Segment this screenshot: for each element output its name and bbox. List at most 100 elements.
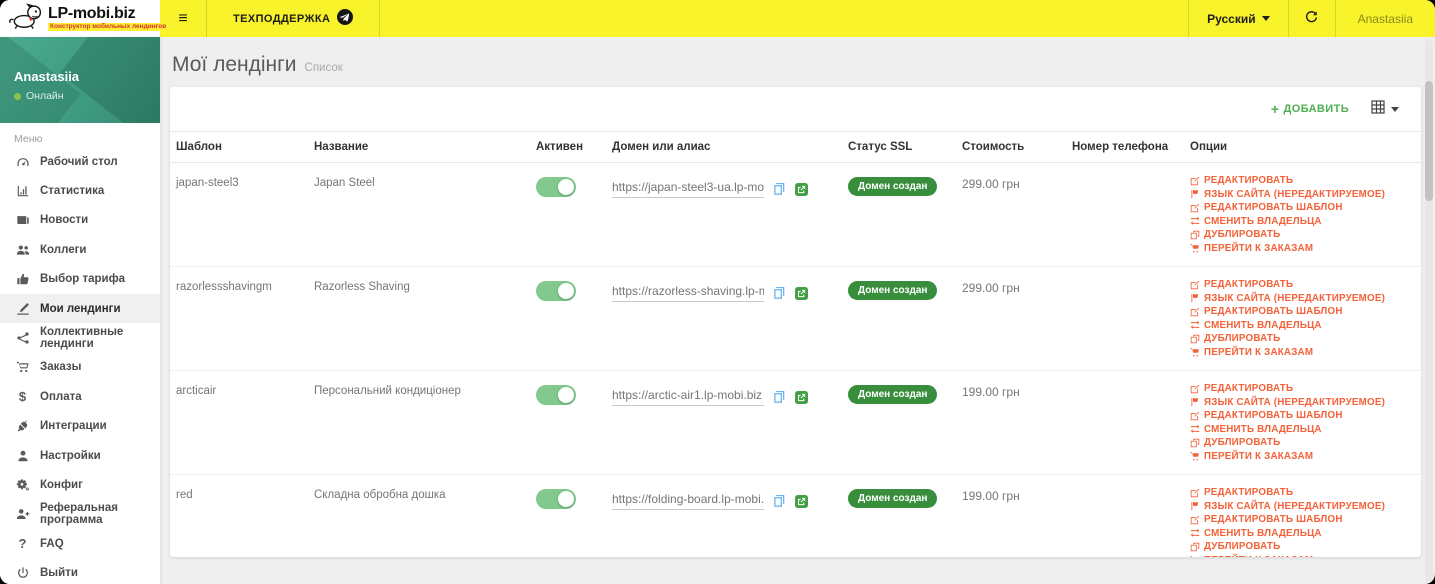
dollar-icon: $ [18, 389, 27, 405]
dashboard-icon [14, 155, 31, 169]
sidebar-item-settings[interactable]: Настройки [0, 441, 160, 470]
scrollbar-thumb[interactable] [1425, 81, 1433, 201]
go-to-orders-link[interactable]: ПЕРЕЙТИ К ЗАКАЗАМ [1190, 451, 1415, 462]
copy-domain-icon[interactable] [773, 494, 786, 508]
sidebar-item-statistics[interactable]: Статистика [0, 176, 160, 205]
sidebar-item-label: Оплата [40, 390, 82, 403]
sidebar-item-collective-landings[interactable]: Коллективные лендинги [0, 323, 160, 352]
domain-input[interactable] [612, 284, 764, 302]
edit-link[interactable]: РЕДАКТИРОВАТЬ [1190, 279, 1415, 290]
open-domain-icon[interactable] [795, 286, 808, 300]
share-icon [14, 331, 31, 345]
sidebar-item-my-landings[interactable]: Мои лендинги [0, 293, 160, 324]
change-owner-link[interactable]: СМЕНИТЬ ВЛАДЕЛЬЦА [1190, 216, 1415, 227]
active-toggle[interactable] [536, 177, 576, 197]
active-toggle[interactable] [536, 489, 576, 509]
site-language-link[interactable]: ЯЗЫК САЙТА (НЕРЕДАКТИРУЕМОЕ) [1190, 501, 1415, 512]
support-button[interactable]: ТЕХПОДДЕРЖКА [207, 0, 381, 37]
landings-card: + ДОБАВИТЬ Шаблон Название Активен Домен… [170, 87, 1421, 557]
sidebar-item-dashboard[interactable]: Рабочий стол [0, 147, 160, 176]
site-language-link-label: ЯЗЫК САЙТА (НЕРЕДАКТИРУЕМОЕ) [1204, 500, 1386, 512]
table-row: japan-steel3 Japan Steel https://japan-s… [170, 162, 1421, 267]
table-row: arcticair Персональний кондиціонер https… [170, 370, 1421, 475]
change-owner-link[interactable]: СМЕНИТЬ ВЛАДЕЛЬЦА [1190, 320, 1415, 331]
row-template-id: japan-steel3 [170, 162, 308, 267]
telegram-icon [337, 9, 354, 28]
duplicate-link[interactable]: ДУБЛИРОВАТЬ [1190, 541, 1415, 552]
edit-link[interactable]: РЕДАКТИРОВАТЬ [1190, 383, 1415, 394]
site-language-link[interactable]: ЯЗЫК САЙТА (НЕРЕДАКТИРУЕМОЕ) [1190, 189, 1415, 200]
sidebar-nav: Рабочий стол Статистика Новости Коллеги … [0, 147, 160, 584]
sidebar-toggle-button[interactable]: ≡ [160, 0, 207, 37]
user-plus-icon [14, 507, 31, 521]
app-window: LP-mobi.biz Конструктор мобильных лендин… [0, 0, 1435, 584]
refresh-button[interactable] [1287, 0, 1335, 37]
header-domain: Домен или алиас [606, 131, 842, 163]
change-owner-link-label: СМЕНИТЬ ВЛАДЕЛЬЦА [1204, 527, 1322, 539]
change-owner-link[interactable]: СМЕНИТЬ ВЛАДЕЛЬЦА [1190, 528, 1415, 539]
edit-template-link[interactable]: РЕДАКТИРОВАТЬ ШАБЛОН [1190, 202, 1415, 213]
change-owner-link[interactable]: СМЕНИТЬ ВЛАДЕЛЬЦА [1190, 424, 1415, 435]
refresh-icon [1304, 9, 1319, 29]
sidebar-item-payment[interactable]: $ Оплата [0, 382, 160, 411]
sidebar-item-label: Настройки [40, 449, 101, 462]
edit-link[interactable]: РЕДАКТИРОВАТЬ [1190, 175, 1415, 186]
domain-input[interactable] [612, 180, 764, 198]
copy-domain-icon[interactable] [773, 182, 786, 196]
chevron-down-icon [1261, 16, 1270, 21]
go-to-orders-link[interactable]: ПЕРЕЙТИ К ЗАКАЗАМ [1190, 347, 1415, 358]
header-active: Активен [530, 131, 606, 163]
duplicate-link[interactable]: ДУБЛИРОВАТЬ [1190, 333, 1415, 344]
open-domain-icon[interactable] [795, 182, 808, 196]
stats-icon [14, 184, 31, 198]
edit-template-link[interactable]: РЕДАКТИРОВАТЬ ШАБЛОН [1190, 514, 1415, 525]
sidebar-item-orders[interactable]: Заказы [0, 353, 160, 382]
row-template-id: arcticair [170, 370, 308, 475]
open-domain-icon[interactable] [795, 390, 808, 404]
brand-title: LP-mobi.biz [48, 4, 136, 22]
language-selector[interactable]: Русский [1188, 0, 1288, 37]
thumbs-up-icon [14, 272, 31, 286]
sidebar-item-integrations[interactable]: Интеграции [0, 412, 160, 441]
sidebar-item-faq[interactable]: ? FAQ [0, 529, 160, 558]
sidebar-item-colleagues[interactable]: Коллеги [0, 235, 160, 264]
domain-input[interactable] [612, 388, 764, 406]
copy-domain-icon[interactable] [773, 390, 786, 404]
duplicate-link[interactable]: ДУБЛИРОВАТЬ [1190, 437, 1415, 448]
copy-domain-icon[interactable] [773, 286, 786, 300]
active-toggle[interactable] [536, 281, 576, 301]
sidebar-item-config[interactable]: Конфиг [0, 470, 160, 499]
go-to-orders-link[interactable]: ПЕРЕЙТИ К ЗАКАЗАМ [1190, 555, 1415, 557]
ssl-status-badge: Домен создан [848, 281, 938, 300]
page-subtitle: Список [304, 62, 343, 74]
sidebar-item-label: Конфиг [40, 478, 83, 491]
edit-template-link[interactable]: РЕДАКТИРОВАТЬ ШАБЛОН [1190, 306, 1415, 317]
edit-link[interactable]: РЕДАКТИРОВАТЬ [1190, 487, 1415, 498]
topbar-username[interactable]: Anastasiia [1334, 0, 1435, 37]
scrollbar[interactable] [1425, 39, 1433, 582]
change-owner-link-label: СМЕНИТЬ ВЛАДЕЛЬЦА [1204, 215, 1322, 227]
site-language-link[interactable]: ЯЗЫК САЙТА (НЕРЕДАКТИРУЕМОЕ) [1190, 293, 1415, 304]
duplicate-link-label: ДУБЛИРОВАТЬ [1204, 541, 1281, 552]
site-language-link[interactable]: ЯЗЫК САЙТА (НЕРЕДАКТИРУЕМОЕ) [1190, 397, 1415, 408]
sidebar-item-referral[interactable]: Реферальная программа [0, 500, 160, 529]
edit-template-link[interactable]: РЕДАКТИРОВАТЬ ШАБЛОН [1190, 410, 1415, 421]
dog-logo-icon [8, 1, 44, 36]
duplicate-link[interactable]: ДУБЛИРОВАТЬ [1190, 229, 1415, 240]
add-landing-button[interactable]: + ДОБАВИТЬ [1271, 102, 1349, 116]
ssl-status-badge: Домен создан [848, 177, 938, 196]
domain-input[interactable] [612, 492, 764, 510]
sidebar-item-tariff[interactable]: Выбор тарифа [0, 265, 160, 294]
sidebar-item-logout[interactable]: Выйти [0, 558, 160, 584]
breadcrumb: Мої лендінги Список [170, 47, 1421, 87]
profile-status-label: Онлайн [26, 90, 64, 102]
table-view-button[interactable] [1371, 99, 1399, 119]
sidebar-item-news[interactable]: Новости [0, 206, 160, 235]
brand-logo[interactable]: LP-mobi.biz Конструктор мобильных лендин… [0, 0, 169, 37]
sidebar: Anastasiia Онлайн Меню Рабочий стол Стат… [0, 37, 160, 584]
topbar: LP-mobi.biz Конструктор мобильных лендин… [0, 0, 1435, 37]
go-to-orders-link[interactable]: ПЕРЕЙТИ К ЗАКАЗАМ [1190, 243, 1415, 254]
active-toggle[interactable] [536, 385, 576, 405]
open-domain-icon[interactable] [795, 494, 808, 508]
site-language-link-label: ЯЗЫК САЙТА (НЕРЕДАКТИРУЕМОЕ) [1204, 292, 1386, 304]
